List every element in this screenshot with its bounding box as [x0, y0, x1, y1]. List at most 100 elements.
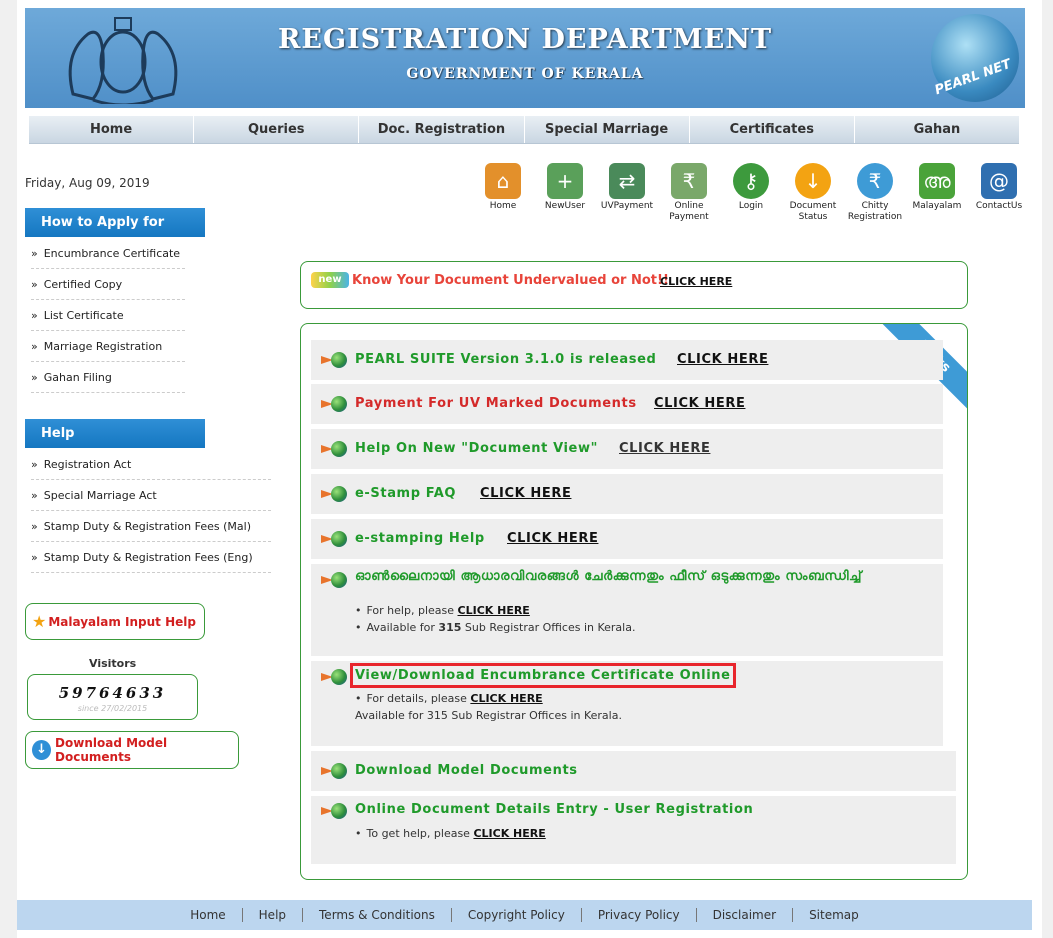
house-icon: ⌂: [485, 163, 521, 199]
footer-nav: Home Help Terms & Conditions Copyright P…: [17, 900, 1032, 930]
estamp-faq-text: e-Stamp FAQ: [355, 486, 457, 501]
link-row-pearl: PEARL SUITE Version 3.1.0 is released CL…: [311, 340, 943, 380]
contact-icon: @: [981, 163, 1017, 199]
pearl-click-here-link[interactable]: CLICK HERE: [677, 352, 768, 367]
download-icon: ↓: [32, 740, 52, 760]
online-entry-link[interactable]: Online Document Details Entry - User Reg…: [355, 802, 753, 817]
uv-payment-icon: ⇄: [609, 163, 645, 199]
globe-arrow-icon: [321, 669, 347, 685]
sidebar-item-gahan-filing[interactable]: » Gahan Filing: [31, 362, 185, 393]
sidebar-item-registration-act[interactable]: » Registration Act: [31, 449, 271, 480]
footer-copyright[interactable]: Copyright Policy: [452, 908, 582, 922]
quick-document-status[interactable]: ↓ Document Status: [782, 163, 844, 223]
quick-malayalam[interactable]: അ Malayalam: [906, 163, 968, 223]
sidebar-item-certified-copy[interactable]: » Certified Copy: [31, 269, 185, 300]
quick-label: ContactUs: [975, 201, 1023, 211]
footer-help[interactable]: Help: [243, 908, 304, 922]
links-panel: Links PEARL SUITE Version 3.1.0 is relea…: [300, 323, 968, 880]
quick-label: Chitty Registration: [847, 201, 903, 222]
quick-label: Online Payment: [669, 201, 709, 222]
quick-label: Home: [489, 201, 517, 211]
malayalam-title: ഓൺലൈനായി ആധാരവിവരങ്ങൾ ചേർക്കുന്നതും ഫീസ്…: [355, 569, 863, 584]
online-entry-help-line: • To get help, please CLICK HERE: [355, 827, 546, 840]
quick-login[interactable]: ⚷ Login: [720, 163, 782, 223]
link-row-doc-view: Help On New "Document View" CLICK HERE: [311, 429, 943, 469]
link-row-uv: Payment For UV Marked Documents CLICK HE…: [311, 384, 943, 424]
globe-arrow-icon: [321, 441, 347, 457]
star-icon: ★: [32, 612, 47, 631]
sidebar-item-list-certificate[interactable]: » List Certificate: [31, 300, 185, 331]
doc-view-click-here-link[interactable]: CLICK HERE: [619, 441, 710, 456]
footer-privacy[interactable]: Privacy Policy: [582, 908, 697, 922]
rupee-bag-icon: ₹: [857, 163, 893, 199]
globe-arrow-icon: [321, 396, 347, 412]
sidebar-item-special-marriage-act[interactable]: » Special Marriage Act: [31, 480, 271, 511]
estamping-help-text: e-stamping Help: [355, 531, 485, 546]
quick-label: Document Status: [789, 201, 837, 222]
link-row-estamp-faq: e-Stamp FAQ CLICK HERE: [311, 474, 943, 514]
doc-view-text: Help On New "Document View": [355, 441, 598, 456]
footer-disclaimer[interactable]: Disclaimer: [697, 908, 794, 922]
globe-arrow-icon: [321, 352, 347, 368]
sidebar-item-encumbrance[interactable]: » Encumbrance Certificate: [31, 238, 185, 269]
uv-payment-text: Payment For UV Marked Documents: [355, 396, 637, 411]
main-nav: Home Queries Doc. Registration Special M…: [29, 116, 1019, 144]
quick-newuser[interactable]: + NewUser: [534, 163, 596, 223]
ec-details-line: • For details, please CLICK HERE: [355, 692, 543, 705]
quick-home[interactable]: ⌂ Home: [472, 163, 534, 223]
estamping-click-here-link[interactable]: CLICK HERE: [507, 531, 598, 546]
ec-click-here-link[interactable]: CLICK HERE: [470, 692, 542, 705]
download-model-documents-button[interactable]: ↓ Download Model Documents: [25, 731, 239, 769]
quick-label: UVPayment: [600, 201, 654, 211]
nav-certificates[interactable]: Certificates: [690, 116, 855, 143]
site-header: REGISTRATION DEPARTMENT GOVERNMENT OF KE…: [25, 8, 1025, 108]
visitor-counter: 59764633 since 27/02/2015: [27, 674, 198, 720]
current-date: Friday, Aug 09, 2019: [25, 176, 150, 190]
nav-gahan[interactable]: Gahan: [855, 116, 1019, 143]
visitor-since: since 27/02/2015: [77, 704, 148, 713]
footer-home[interactable]: Home: [174, 908, 243, 922]
sidebar-item-fees-eng[interactable]: » Stamp Duty & Registration Fees (Eng): [31, 542, 271, 573]
nav-queries[interactable]: Queries: [194, 116, 360, 143]
footer-sitemap[interactable]: Sitemap: [793, 908, 875, 922]
notice-text: Know Your Document Undervalued or Not!!: [352, 273, 669, 288]
how-to-apply-list: » Encumbrance Certificate » Certified Copy…: [31, 238, 185, 393]
key-icon: ⚷: [733, 163, 769, 199]
page: REGISTRATION DEPARTMENT GOVERNMENT OF KE…: [17, 0, 1042, 938]
globe-arrow-icon: [321, 531, 347, 547]
uv-click-here-link[interactable]: CLICK HERE: [654, 396, 745, 411]
pearl-suite-text: PEARL SUITE Version 3.1.0 is released: [355, 352, 657, 367]
visitor-count: 59764633: [58, 684, 167, 702]
estamp-faq-click-here-link[interactable]: CLICK HERE: [480, 486, 571, 501]
nav-doc-registration[interactable]: Doc. Registration: [359, 116, 525, 143]
malayalam-click-here-link[interactable]: CLICK HERE: [458, 604, 530, 617]
notice-click-here-link[interactable]: CLICK HERE: [660, 275, 732, 288]
nav-special-marriage[interactable]: Special Marriage: [525, 116, 690, 143]
download-icon: ↓: [795, 163, 831, 199]
how-to-apply-heading: How to Apply for: [25, 208, 205, 237]
malayalam-availability: • Available for 315 Sub Registrar Offices…: [355, 621, 636, 634]
download-model-documents-link[interactable]: Download Model Documents: [355, 763, 578, 778]
new-user-icon: +: [547, 163, 583, 199]
globe-arrow-icon: [321, 486, 347, 502]
visitors-label: Visitors: [89, 657, 137, 670]
undervalued-notice: new Know Your Document Undervalued or No…: [300, 261, 968, 309]
globe-arrow-icon: [321, 763, 347, 779]
link-row-download: Download Model Documents: [311, 751, 956, 791]
quick-label: Malayalam: [912, 201, 962, 211]
sidebar-item-marriage-registration[interactable]: » Marriage Registration: [31, 331, 185, 362]
site-title: REGISTRATION DEPARTMENT: [277, 24, 773, 55]
quick-online-payment[interactable]: ₹ Online Payment: [658, 163, 720, 223]
quick-uvpayment[interactable]: ⇄ UVPayment: [596, 163, 658, 223]
malayalam-input-help-button[interactable]: ★ Malayalam Input Help: [25, 603, 205, 640]
footer-terms[interactable]: Terms & Conditions: [303, 908, 452, 922]
link-row-encumbrance: View/Download Encumbrance Certificate On…: [311, 661, 943, 746]
sidebar-item-fees-mal[interactable]: » Stamp Duty & Registration Fees (Mal): [31, 511, 271, 542]
nav-home[interactable]: Home: [29, 116, 195, 143]
quick-icons: ⌂ Home + NewUser ⇄ UVPayment ₹ Online Pa…: [472, 163, 1030, 223]
online-entry-click-here-link[interactable]: CLICK HERE: [473, 827, 545, 840]
quick-chitty-registration[interactable]: ₹ Chitty Registration: [844, 163, 906, 223]
quick-contactus[interactable]: @ ContactUs: [968, 163, 1030, 223]
link-row-online-entry: Online Document Details Entry - User Reg…: [311, 796, 956, 864]
ec-online-link[interactable]: View/Download Encumbrance Certificate On…: [350, 663, 736, 688]
